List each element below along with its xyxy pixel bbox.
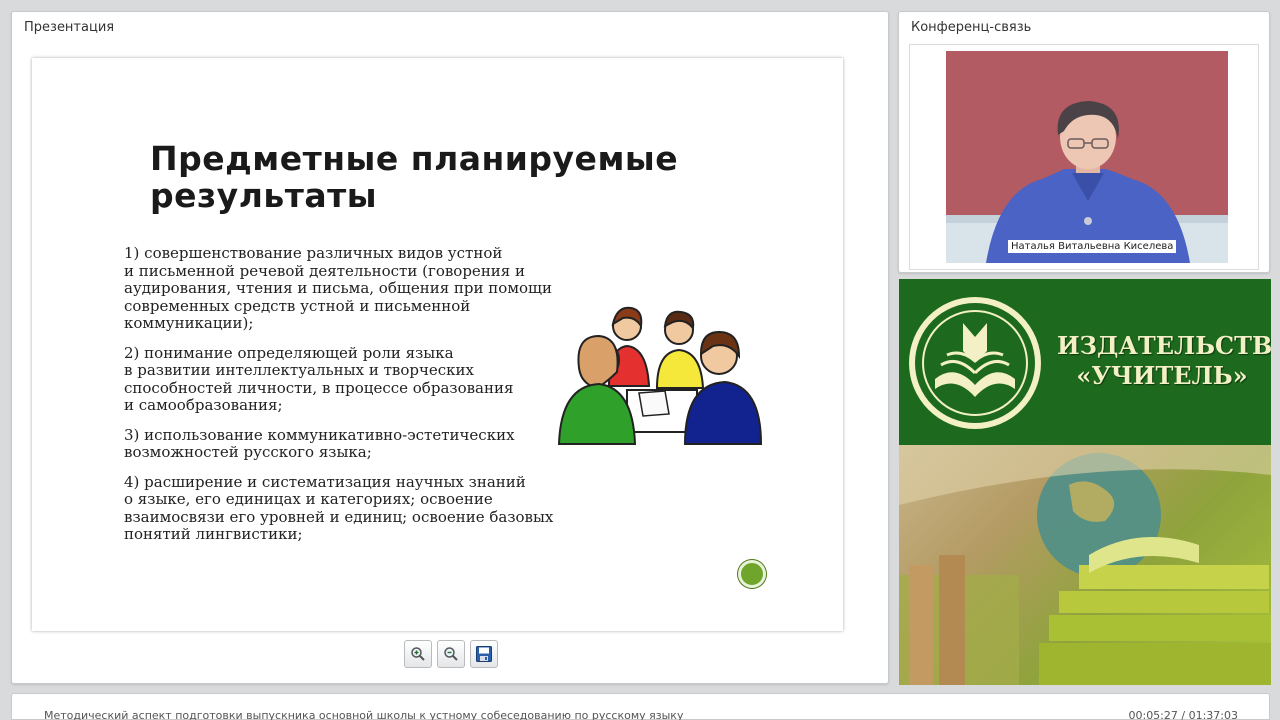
save-icon: [476, 646, 492, 662]
presentation-panel-title: Презентация: [24, 20, 115, 35]
slide-list: 1) совершенствование различных видов уст…: [124, 244, 584, 556]
group-discussion-illustration: [557, 306, 763, 445]
speaker-silhouette: [946, 101, 1228, 263]
banner-top: ИЗДАТЕЛЬСТВО «УЧИТЕЛЬ»: [899, 279, 1271, 445]
lecture-title: Методический аспект подготовки выпускник…: [44, 709, 684, 720]
publisher-name-line1: ИЗДАТЕЛЬСТВО: [1057, 331, 1271, 360]
publisher-name: ИЗДАТЕЛЬСТВО «УЧИТЕЛЬ»: [1057, 331, 1271, 391]
slide-list-item: 1) совершенствование различных видов уст…: [124, 244, 552, 332]
publisher-name-line2: «УЧИТЕЛЬ»: [1076, 361, 1248, 390]
zoom-out-icon: [444, 647, 458, 661]
books-globe-illustration: [899, 445, 1271, 685]
save-button[interactable]: [470, 640, 498, 668]
slide-next-button[interactable]: [738, 560, 766, 588]
slide-list-item: 4) расширение и систематизация научных з…: [124, 472, 554, 543]
zoom-out-button[interactable]: [437, 640, 465, 668]
banner-books-image: [899, 445, 1271, 685]
zoom-in-icon: [411, 647, 425, 661]
speaker-name-label: Наталья Витальевна Киселева: [1008, 240, 1177, 253]
slide: Предметные планируемые результаты 1) сов…: [32, 58, 843, 631]
publisher-logo-icon: [909, 297, 1041, 429]
conference-panel: Конференц-связь Наталья Витальевна Кисел…: [898, 11, 1270, 273]
presentation-panel: Презентация Предметные планируемые резул…: [11, 11, 889, 684]
publisher-banner: ИЗДАТЕЛЬСТВО «УЧИТЕЛЬ»: [899, 279, 1271, 685]
slide-list-item: 3) использование коммуникативно-эстетиче…: [124, 425, 515, 461]
playback-time: 00:05:27 / 01:37:03: [1128, 709, 1238, 720]
footer-bar: Методический аспект подготовки выпускник…: [11, 693, 1270, 720]
conference-panel-title: Конференц-связь: [911, 20, 1032, 35]
zoom-in-button[interactable]: [404, 640, 432, 668]
speaker-video[interactable]: Наталья Витальевна Киселева: [946, 51, 1228, 263]
slide-title: Предметные планируемые результаты: [150, 139, 679, 215]
video-frame: Наталья Витальевна Киселева: [909, 44, 1259, 270]
slide-list-item: 2) понимание определяющей роли языка в р…: [124, 343, 514, 414]
